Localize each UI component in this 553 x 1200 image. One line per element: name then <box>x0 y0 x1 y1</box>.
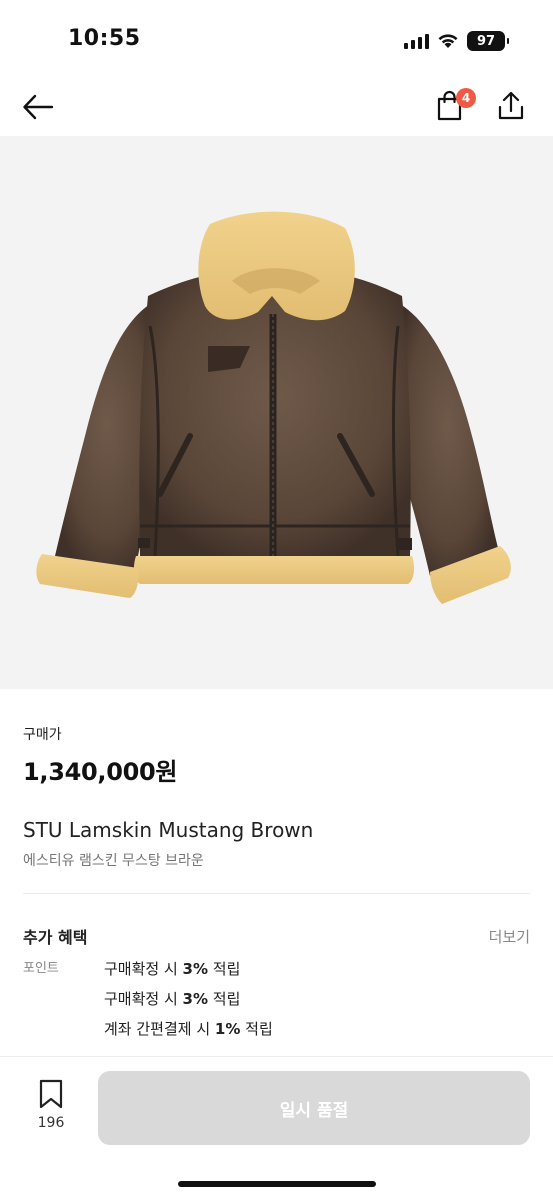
buy-button[interactable]: 일시 품절 <box>98 1071 530 1145</box>
bookmark-icon <box>39 1079 63 1109</box>
status-bar: 10:55 97 <box>0 0 553 80</box>
benefit-type <box>23 1020 104 1038</box>
share-button[interactable] <box>496 90 530 124</box>
benefit-text: 계좌 간편결제 시 1% 적립 <box>104 1020 273 1038</box>
benefits-title: 추가 혜택 <box>23 928 88 947</box>
cart-count-badge: 4 <box>456 88 476 108</box>
divider <box>23 893 530 894</box>
price-value: 1,340,000원 <box>23 758 178 786</box>
status-time: 10:55 <box>68 26 141 51</box>
benefits-more-link[interactable]: 더보기 <box>489 926 530 947</box>
bottom-action-bar: 196 일시 품절 <box>0 1056 553 1200</box>
product-name-section: STU Lamskin Mustang Brown 에스티유 램스킨 무스탕 브… <box>23 818 530 870</box>
benefit-text: 구매확정 시 3% 적립 <box>104 960 241 978</box>
benefits-section: 추가 혜택 더보기 포인트 구매확정 시 3% 적립 구매확정 시 3% 적립 … <box>23 924 530 1056</box>
share-icon <box>498 91 524 120</box>
benefit-type: 포인트 <box>23 961 59 976</box>
signal-icon <box>404 33 429 49</box>
back-button[interactable] <box>22 92 58 122</box>
benefit-text: 구매확정 시 3% 적립 <box>104 990 241 1008</box>
benefit-row: 포인트 구매확정 시 3% 적립 <box>23 960 530 978</box>
product-name-en: STU Lamskin Mustang Brown <box>23 818 314 842</box>
nav-bar: 4 <box>0 80 553 136</box>
back-arrow-icon <box>23 94 54 120</box>
product-name-ko: 에스티유 램스킨 무스탕 브라운 <box>23 853 204 869</box>
price-section: 구매가 1,340,000원 <box>23 724 530 787</box>
status-icons: 97 <box>404 30 509 52</box>
benefit-row: 구매확정 시 3% 적립 <box>23 990 530 1008</box>
jacket-image <box>36 211 511 604</box>
battery-icon: 97 <box>467 31 509 51</box>
wifi-icon <box>438 34 458 48</box>
benefits-header: 추가 혜택 더보기 <box>23 924 530 948</box>
product-image[interactable] <box>0 136 553 689</box>
benefit-type <box>23 990 104 1008</box>
home-indicator <box>178 1181 376 1187</box>
price-label: 구매가 <box>23 727 62 743</box>
cart-button[interactable]: 4 <box>436 88 476 124</box>
benefit-row: 계좌 간편결제 시 1% 적립 <box>23 1020 530 1038</box>
wishlist-button[interactable]: 196 <box>28 1079 74 1141</box>
wishlist-count: 196 <box>37 1115 65 1131</box>
